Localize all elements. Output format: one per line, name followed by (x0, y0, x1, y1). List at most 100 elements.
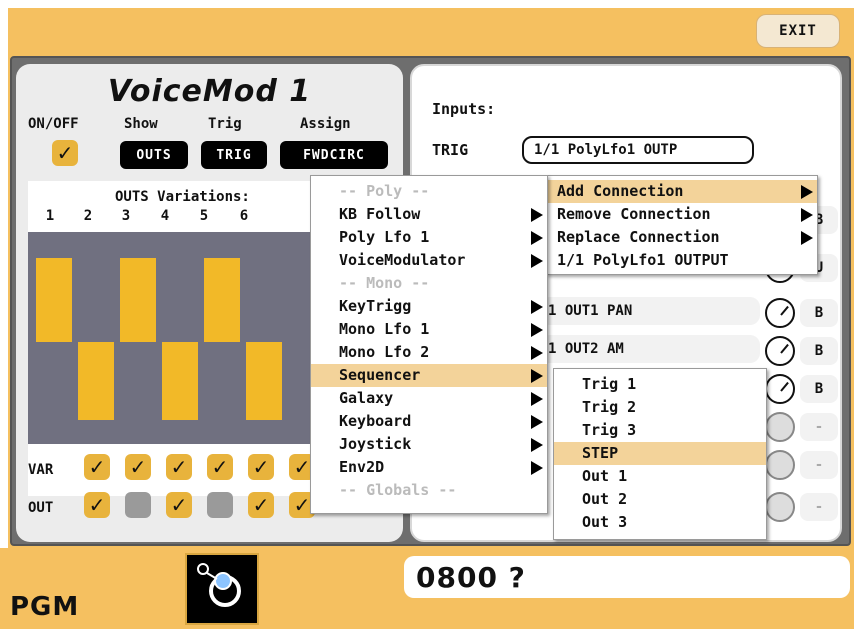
source-menu-item[interactable]: KeyTrigg (311, 295, 547, 318)
var-checkbox[interactable]: ✓ (207, 454, 233, 480)
amount-knob[interactable] (765, 412, 795, 442)
output-row[interactable]: 1 OUT2 AM (540, 335, 760, 363)
variation-column-number: 5 (199, 208, 209, 224)
variation-bar[interactable] (204, 258, 240, 342)
connection-menu-item[interactable]: Replace Connection (547, 226, 817, 249)
connection-menu-item-label: Add Connection (557, 182, 684, 200)
source-menu-item[interactable]: Keyboard (311, 410, 547, 433)
onoff-checkbox[interactable]: ✓ (52, 140, 78, 166)
source-menu-item[interactable]: Env2D (311, 456, 547, 479)
bipolar-toggle[interactable]: B (800, 299, 838, 327)
amount-knob[interactable] (765, 374, 795, 404)
source-menu-item-label: -- Mono -- (339, 274, 430, 292)
source-menu-item[interactable]: Mono Lfo 1 (311, 318, 547, 341)
bipolar-toggle[interactable]: B (800, 337, 838, 365)
source-menu-item-label: -- Poly -- (339, 182, 430, 200)
submenu-arrow-icon (801, 185, 813, 199)
sequencer-menu-item[interactable]: Trig 2 (554, 396, 766, 419)
sequencer-menu-item[interactable]: Out 3 (554, 511, 766, 534)
knob-needle (780, 305, 789, 316)
window-frame-top (0, 0, 854, 8)
sequencer-menu-item-label: Out 3 (582, 513, 628, 531)
submenu-arrow-icon (531, 415, 543, 429)
submenu-arrow-icon (531, 323, 543, 337)
sequencer-menu-item-label: Trig 1 (582, 375, 637, 393)
sequencer-menu-item[interactable]: Out 1 (554, 465, 766, 488)
sequencer-menu-item[interactable]: Out 2 (554, 488, 766, 511)
source-menu-item[interactable]: Mono Lfo 2 (311, 341, 547, 364)
var-checkbox[interactable]: ✓ (84, 454, 110, 480)
connection-menu-item[interactable]: 1/1 PolyLfo1 OUTPUT (547, 249, 817, 272)
out-checkbox[interactable]: ✓ (207, 492, 233, 518)
output-row[interactable]: 1 OUT1 PAN (540, 297, 760, 325)
submenu-arrow-icon (531, 231, 543, 245)
connection-menu-item-label: Remove Connection (557, 205, 711, 223)
source-menu-item-label: Env2D (339, 458, 385, 476)
submenu-arrow-icon (531, 461, 543, 475)
variation-column-number: 1 (45, 208, 55, 224)
submenu-arrow-icon (801, 231, 813, 245)
knob-needle (780, 343, 789, 354)
amount-knob[interactable] (765, 336, 795, 366)
amount-knob[interactable] (765, 298, 795, 328)
variation-column-number: 6 (239, 208, 249, 224)
variations-graph[interactable] (28, 232, 311, 444)
assign-button[interactable]: FWDCIRC (280, 141, 388, 169)
connection-menu-item-label: Replace Connection (557, 228, 720, 246)
variation-bar[interactable] (120, 258, 156, 342)
bipolar-toggle[interactable]: - (800, 413, 838, 441)
source-menu-item[interactable]: Galaxy (311, 387, 547, 410)
submenu-arrow-icon (531, 438, 543, 452)
out-checkbox[interactable]: ✓ (166, 492, 192, 518)
bipolar-toggle[interactable]: - (800, 451, 838, 479)
variation-bar[interactable] (162, 342, 198, 420)
source-menu-item[interactable]: VoiceModulator (311, 249, 547, 272)
show-outs-button[interactable]: OUTS (120, 141, 188, 169)
connection-context-menu: Add Connection Remove Connection Replace C… (546, 175, 818, 275)
bipolar-toggle[interactable]: B (800, 375, 838, 403)
connection-menu-item[interactable]: Add Connection (547, 180, 817, 203)
out-checkbox[interactable]: ✓ (248, 492, 274, 518)
source-menu-item[interactable]: Sequencer (311, 364, 547, 387)
source-menu-item[interactable]: Joystick (311, 433, 547, 456)
variations-header: OUTS Variations: (115, 189, 250, 205)
show-label: Show (124, 116, 158, 132)
window-frame-left (0, 0, 8, 629)
variation-bar[interactable] (246, 342, 282, 420)
sequencer-menu-item-label: STEP (582, 444, 619, 462)
pgm-label: PGM (10, 592, 80, 622)
preset-display[interactable]: 0800 ? (404, 556, 850, 598)
source-menu-item-label: Galaxy (339, 389, 394, 407)
out-checkbox[interactable]: ✓ (84, 492, 110, 518)
bipolar-toggle[interactable]: - (800, 493, 838, 521)
trig-input-connection[interactable]: 1/1 PolyLfo1 OUTP (522, 136, 754, 164)
exit-button[interactable]: EXIT (756, 14, 840, 48)
sequencer-menu-item[interactable]: Trig 1 (554, 373, 766, 396)
connection-menu-item[interactable]: Remove Connection (547, 203, 817, 226)
sequencer-menu-item[interactable]: STEP (554, 442, 766, 465)
out-checkbox[interactable]: ✓ (125, 492, 151, 518)
source-menu-item[interactable]: KB Follow (311, 203, 547, 226)
var-checkbox[interactable]: ✓ (125, 454, 151, 480)
var-checkbox[interactable]: ✓ (248, 454, 274, 480)
submenu-arrow-icon (531, 392, 543, 406)
var-checkbox[interactable]: ✓ (166, 454, 192, 480)
inputs-header: Inputs: (432, 100, 496, 118)
amount-knob[interactable] (765, 492, 795, 522)
sequencer-menu-item-label: Out 2 (582, 490, 628, 508)
source-menu-item: -- Mono -- (311, 272, 547, 295)
source-menu-item-label: Keyboard (339, 412, 412, 430)
source-menu-item: -- Globals -- (311, 479, 547, 502)
submenu-arrow-icon (531, 346, 543, 360)
source-menu-item[interactable]: Poly Lfo 1 (311, 226, 547, 249)
amount-knob[interactable] (765, 450, 795, 480)
source-menu-item-label: Sequencer (339, 366, 421, 384)
sequencer-menu-item-label: Trig 2 (582, 398, 637, 416)
source-menu-item-label: Mono Lfo 1 (339, 320, 430, 338)
module-icon-button[interactable] (185, 553, 259, 625)
variation-bar[interactable] (36, 258, 72, 342)
sequencer-menu-item[interactable]: Trig 3 (554, 419, 766, 442)
trig-button[interactable]: TRIG (201, 141, 267, 169)
variation-bar[interactable] (78, 342, 114, 420)
assign-label: Assign (300, 116, 351, 132)
